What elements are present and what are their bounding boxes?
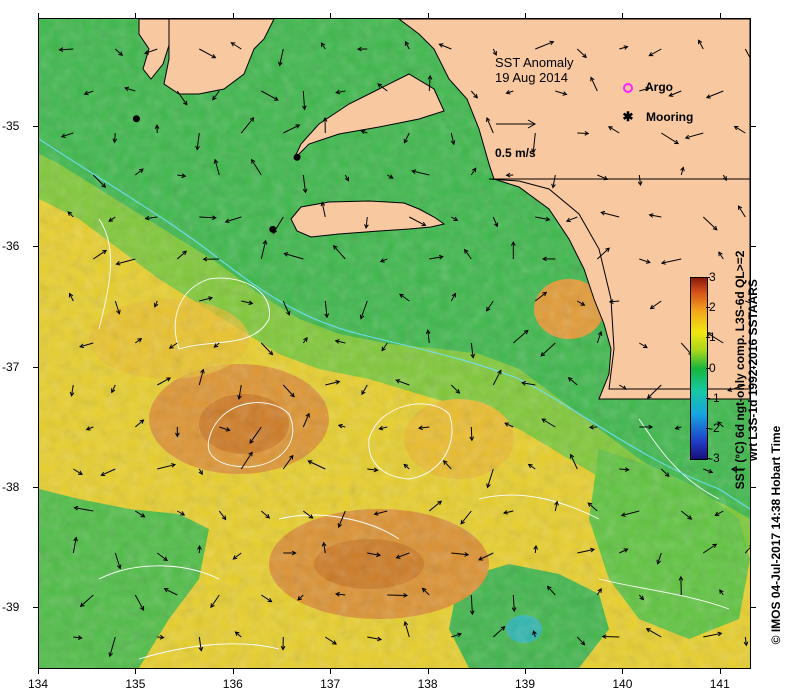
- y-tick-label: -36: [2, 239, 20, 254]
- x-tick-label: 137: [320, 677, 341, 691]
- colorbar-tick-mark: [706, 397, 710, 399]
- y-tick-label: -35: [2, 119, 20, 134]
- x-tick-mark: [330, 13, 332, 18]
- y-tick-mark: [751, 246, 756, 248]
- x-tick-mark: [719, 669, 721, 674]
- legend-mooring: ✱ Mooring: [620, 109, 694, 125]
- x-tick-label: 139: [514, 677, 535, 691]
- colorbar-tick-label: 2: [709, 300, 716, 315]
- x-tick-mark: [330, 669, 332, 674]
- x-tick-mark: [427, 13, 429, 18]
- credit-text: © IMOS 04-Jul-2017 14:38 Hobart Time: [769, 425, 783, 645]
- y-tick-mark: [33, 126, 38, 128]
- mooring-marker-icon: ✱: [622, 109, 634, 124]
- colorbar-tick-mark: [706, 427, 710, 429]
- x-tick-mark: [38, 13, 39, 18]
- x-tick-label: 141: [709, 677, 730, 691]
- x-tick-mark: [524, 13, 526, 18]
- colorbar-tick-label: -2: [709, 420, 720, 435]
- mooring-marker[interactable]: [293, 153, 301, 161]
- colorbar: [690, 277, 708, 460]
- colorbar-tick-mark: [706, 307, 710, 309]
- legend-argo-label: Argo: [645, 80, 673, 94]
- x-tick-mark: [232, 13, 234, 18]
- y-tick-mark: [33, 486, 38, 488]
- x-tick-mark: [622, 669, 624, 674]
- x-tick-label: 136: [222, 677, 243, 691]
- colorbar-tick-mark: [706, 458, 710, 459]
- y-tick-mark: [33, 366, 38, 368]
- map-date: 19 Aug 2014: [495, 70, 569, 85]
- y-tick-mark: [33, 606, 38, 608]
- map-title: SST Anomaly: [495, 55, 574, 70]
- current-vector: [602, 635, 620, 638]
- y-tick-mark: [751, 126, 756, 128]
- legend-mooring-label: Mooring: [646, 110, 694, 124]
- mooring-marker[interactable]: [132, 115, 140, 123]
- colorbar-tick-label: 3: [709, 270, 716, 284]
- argo-marker-icon: [623, 82, 633, 93]
- colorbar-title: SST (°C) 6d ngt-only comp. L3S-6d QL>=2 …: [733, 250, 760, 490]
- y-tick-mark: [33, 246, 38, 248]
- y-tick-label: -38: [2, 479, 20, 494]
- colorbar-title-line2: wrt L3S-1d 1992-2016 SSTAARS: [746, 279, 760, 461]
- x-tick-mark: [232, 669, 234, 674]
- x-tick-mark: [38, 669, 39, 674]
- colorbar-tick-label: -3: [709, 451, 720, 465]
- x-tick-mark: [135, 669, 137, 674]
- colorbar-tick-mark: [706, 337, 710, 339]
- y-tick-mark: [751, 606, 756, 608]
- x-tick-label: 138: [417, 677, 438, 691]
- map-title-block: SST Anomaly 19 Aug 2014: [495, 55, 574, 85]
- x-tick-mark: [427, 669, 429, 674]
- current-vector: [470, 426, 473, 441]
- x-tick-label: 135: [125, 677, 146, 691]
- x-tick-mark: [622, 13, 624, 18]
- y-tick-label: -39: [2, 599, 20, 614]
- colorbar-tick-label: 1: [709, 330, 716, 345]
- colorbar-tick-mark: [706, 367, 710, 369]
- x-tick-mark: [135, 13, 137, 18]
- mooring-marker[interactable]: [269, 225, 277, 233]
- legend-argo: Argo: [620, 80, 673, 94]
- x-tick-label: 140: [612, 677, 633, 691]
- colorbar-tick-label: -1: [709, 390, 720, 405]
- x-tick-mark: [524, 669, 526, 674]
- vector-scale-label: 0.5 m/s: [495, 146, 536, 160]
- x-tick-label: 134: [27, 677, 49, 691]
- x-tick-mark: [719, 13, 721, 18]
- colorbar-tick-mark: [706, 277, 710, 278]
- colorbar-tick-label: 0: [709, 360, 716, 375]
- vector-scale-arrow-icon: [496, 119, 537, 129]
- y-tick-label: -37: [2, 359, 20, 374]
